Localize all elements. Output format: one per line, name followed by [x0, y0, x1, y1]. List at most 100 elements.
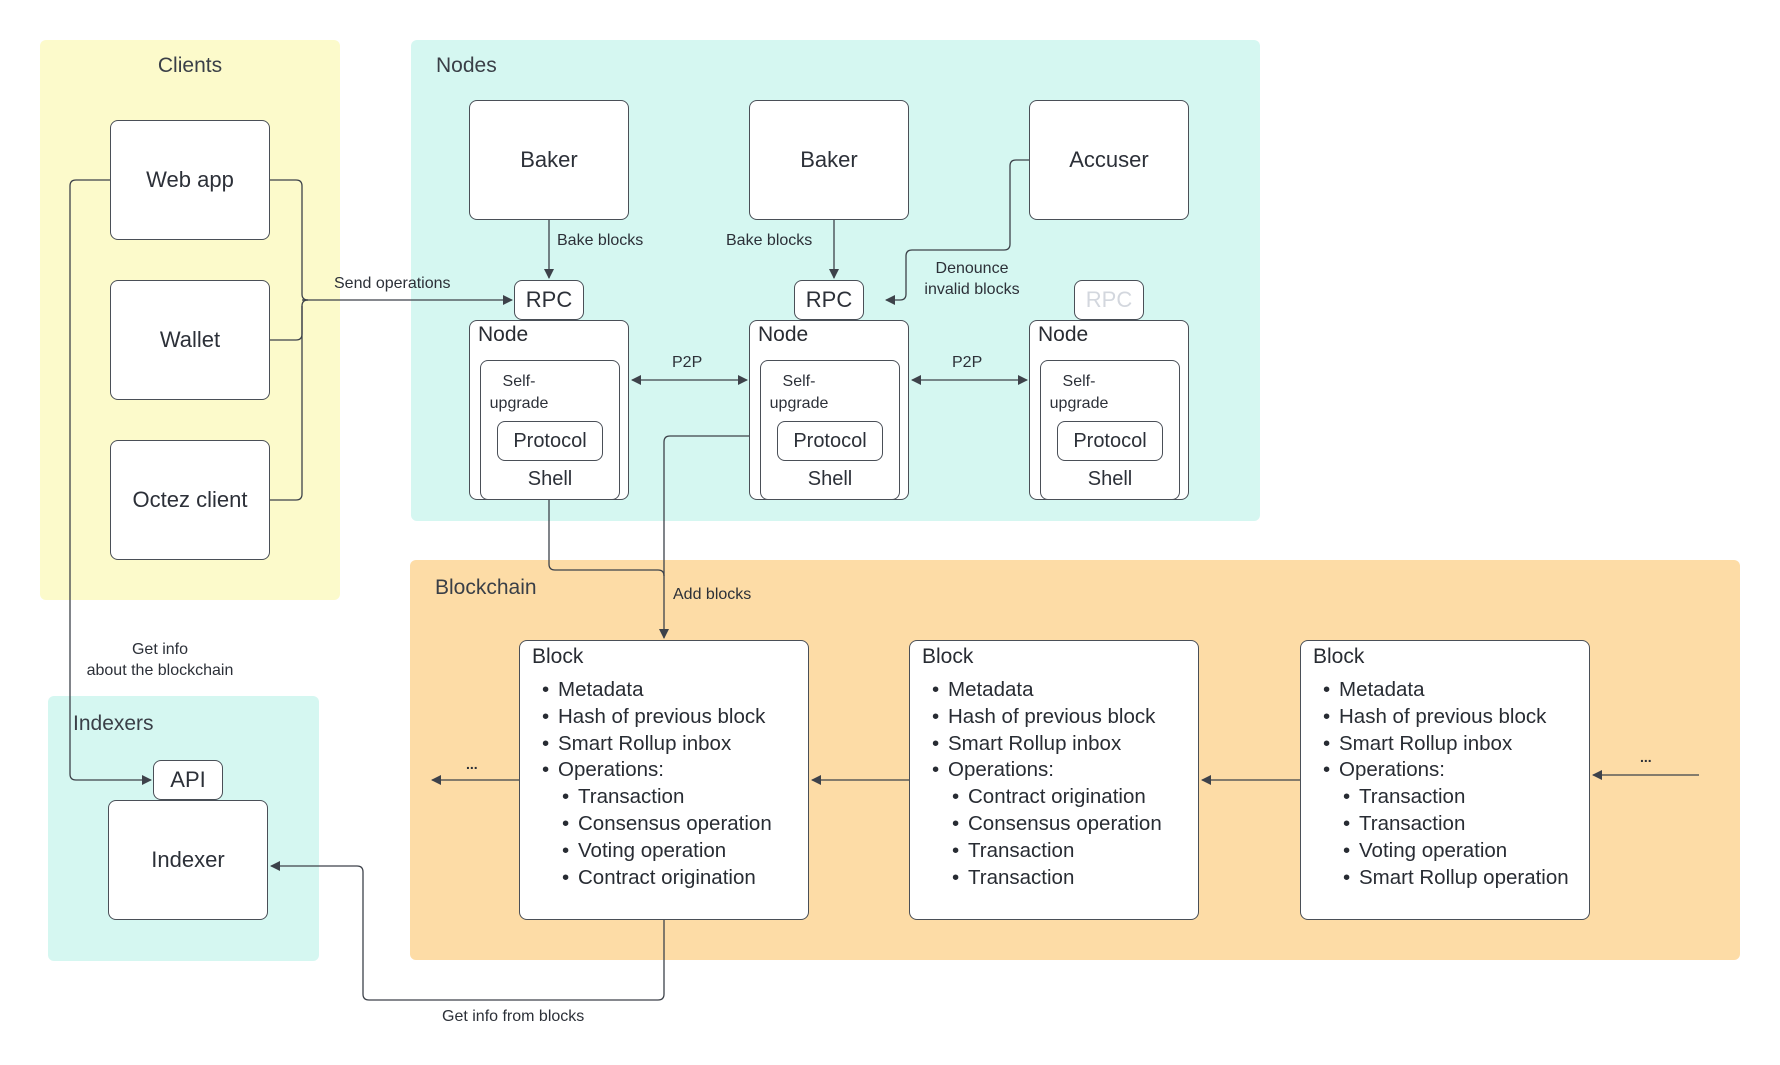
block-item: Operations:	[932, 757, 1162, 784]
block-operation: Transaction	[1323, 811, 1569, 838]
protocol-label: Protocol	[1073, 429, 1147, 452]
block-item: Operations:	[542, 757, 772, 784]
block-title: Block	[532, 645, 584, 668]
get-info-chain-line1: Get info	[131, 641, 189, 658]
block-operation: Transaction	[542, 784, 772, 811]
protocol-label: Protocol	[793, 429, 867, 452]
accuser-label: Accuser	[1069, 147, 1149, 172]
get-info-chain-line2: about the blockchain	[86, 662, 234, 679]
block-item: Operations:	[1323, 757, 1569, 784]
get-info-chain-label: Get info about the blockchain	[70, 639, 250, 681]
indexer-label: Indexer	[151, 847, 225, 872]
self-upgrade-label: Self- upgrade	[1049, 371, 1109, 415]
shell-label: Shell	[1087, 468, 1133, 490]
node-title: Node	[758, 323, 809, 346]
block-operation: Smart Rollup operation	[1323, 865, 1569, 892]
protocol[interactable]: Protocol	[777, 421, 883, 461]
accuser[interactable]: Accuser	[1029, 100, 1189, 220]
client-label: Octez client	[132, 487, 248, 512]
self-upgrade-line1: Self-	[502, 373, 536, 390]
block-item: Hash of previous block	[542, 704, 772, 731]
block-contents: Metadata Hash of previous block Smart Ro…	[932, 677, 1162, 891]
bake-blocks-label-1: Bake blocks	[557, 232, 644, 249]
protocol-label: Protocol	[513, 429, 587, 452]
block-operation: Transaction	[932, 865, 1162, 892]
node-title: Node	[478, 323, 529, 346]
get-info-from-blocks-label: Get info from blocks	[442, 1008, 585, 1025]
block-title: Block	[922, 645, 974, 668]
client-label: Wallet	[159, 327, 221, 352]
denounce-label: Denounce invalid blocks	[912, 258, 1032, 300]
self-upgrade-label: Self- upgrade	[489, 371, 549, 415]
baker-2[interactable]: Baker	[749, 100, 909, 220]
add-blocks-label: Add blocks	[673, 586, 752, 603]
indexer-api[interactable]: API	[153, 760, 223, 800]
block-contents: Metadata Hash of previous block Smart Ro…	[1323, 677, 1569, 891]
node-3[interactable]: Node Self- upgrade Protocol Shell	[1029, 320, 1189, 500]
client-web-app[interactable]: Web app	[110, 120, 270, 240]
self-upgrade-line1: Self-	[1062, 373, 1096, 390]
node-title: Node	[1038, 323, 1089, 346]
api-label: API	[170, 767, 206, 792]
shell: Self- upgrade Protocol Shell	[480, 360, 620, 500]
rpc-label: RPC	[525, 287, 573, 312]
block-1[interactable]: Block Metadata Hash of previous block Sm…	[519, 640, 809, 920]
node-1[interactable]: Node Self- upgrade Protocol Shell	[469, 320, 629, 500]
protocol[interactable]: Protocol	[1057, 421, 1163, 461]
baker-1[interactable]: Baker	[469, 100, 629, 220]
blockchain-group-title: Blockchain	[435, 576, 537, 599]
self-upgrade-line2: upgrade	[1049, 395, 1109, 412]
client-octez[interactable]: Octez client	[110, 440, 270, 560]
block-operation: Transaction	[1323, 784, 1569, 811]
indexer[interactable]: Indexer	[108, 800, 268, 920]
p2p-label-2: P2P	[952, 354, 983, 371]
block-item: Metadata	[932, 677, 1162, 704]
block-operation: Consensus operation	[932, 811, 1162, 838]
bake-blocks-label-2: Bake blocks	[726, 232, 813, 249]
rpc-label: RPC	[805, 287, 853, 312]
rpc-1[interactable]: RPC	[514, 280, 584, 320]
ellipsis-left: ...	[466, 756, 478, 772]
denounce-label-line1: Denounce	[935, 260, 1009, 277]
self-upgrade-label: Self- upgrade	[769, 371, 829, 415]
block-operation: Voting operation	[542, 838, 772, 865]
self-upgrade-line1: Self-	[782, 373, 816, 390]
block-operation: Transaction	[932, 838, 1162, 865]
node-2[interactable]: Node Self- upgrade Protocol Shell	[749, 320, 909, 500]
self-upgrade-line2: upgrade	[489, 395, 549, 412]
block-item: Hash of previous block	[1323, 704, 1569, 731]
p2p-label-1: P2P	[672, 354, 703, 371]
block-2[interactable]: Block Metadata Hash of previous block Sm…	[909, 640, 1199, 920]
block-operation: Contract origination	[542, 865, 772, 892]
shell-label: Shell	[807, 468, 853, 490]
rpc-3[interactable]: RPC	[1074, 280, 1144, 320]
rpc-label: RPC	[1085, 287, 1133, 312]
protocol[interactable]: Protocol	[497, 421, 603, 461]
client-wallet[interactable]: Wallet	[110, 280, 270, 400]
shell-label: Shell	[527, 468, 573, 490]
self-upgrade-line2: upgrade	[769, 395, 829, 412]
ellipsis-right: ...	[1640, 749, 1652, 765]
block-3[interactable]: Block Metadata Hash of previous block Sm…	[1300, 640, 1590, 920]
block-item: Smart Rollup inbox	[1323, 731, 1569, 758]
rpc-2[interactable]: RPC	[794, 280, 864, 320]
block-title: Block	[1313, 645, 1365, 668]
block-item: Metadata	[542, 677, 772, 704]
block-operation: Contract origination	[932, 784, 1162, 811]
client-label: Web app	[146, 167, 234, 192]
denounce-label-line2: invalid blocks	[924, 281, 1020, 298]
block-item: Metadata	[1323, 677, 1569, 704]
block-operation: Voting operation	[1323, 838, 1569, 865]
block-item: Smart Rollup inbox	[542, 731, 772, 758]
shell: Self- upgrade Protocol Shell	[1040, 360, 1180, 500]
nodes-group-title: Nodes	[436, 54, 497, 77]
block-item: Hash of previous block	[932, 704, 1162, 731]
clients-group-title: Clients	[157, 54, 223, 77]
block-item: Smart Rollup inbox	[932, 731, 1162, 758]
baker-label: Baker	[520, 147, 578, 172]
block-contents: Metadata Hash of previous block Smart Ro…	[542, 677, 772, 891]
block-operation: Consensus operation	[542, 811, 772, 838]
baker-label: Baker	[800, 147, 858, 172]
shell: Self- upgrade Protocol Shell	[760, 360, 900, 500]
indexers-group-title: Indexers	[73, 712, 154, 735]
